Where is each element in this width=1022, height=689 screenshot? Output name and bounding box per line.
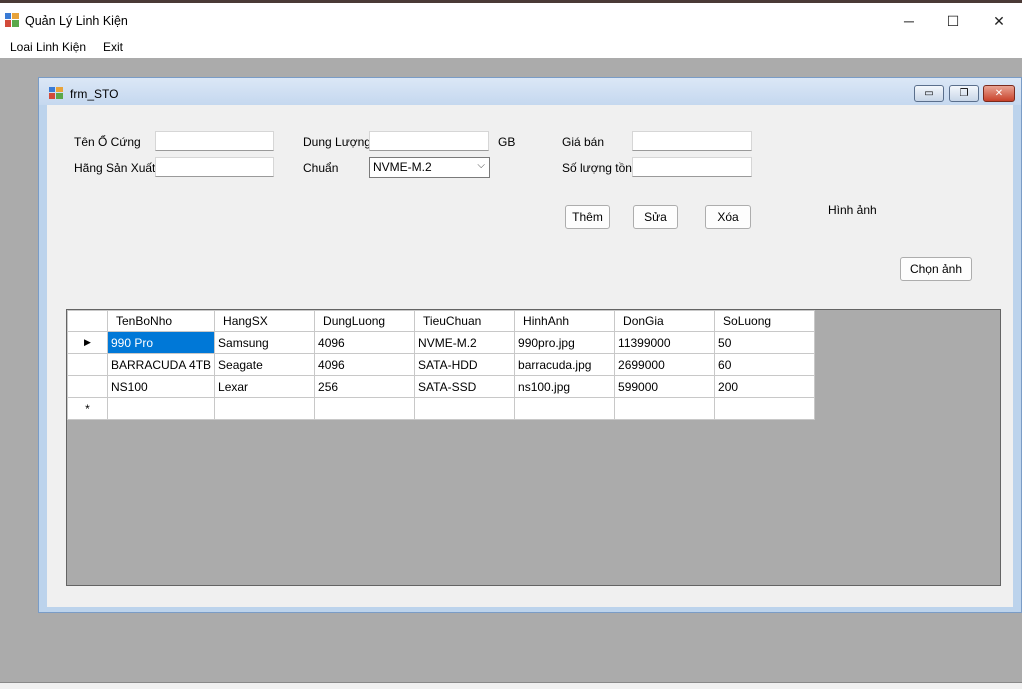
- form-icon: [49, 87, 63, 99]
- row-header[interactable]: [67, 353, 108, 376]
- table-cell[interactable]: 11399000: [614, 331, 716, 354]
- hang-sx-label: Hãng Sản Xuất: [74, 161, 156, 175]
- chevron-down-icon[interactable]: ⌵: [477, 160, 485, 171]
- table-row[interactable]: BARRACUDA 4TB Seagate 4096 SATA-HDD barr…: [67, 353, 816, 376]
- chuan-dropdown[interactable]: NVME-M.2 ⌵: [369, 157, 490, 178]
- table-cell[interactable]: 599000: [614, 375, 716, 398]
- table-cell[interactable]: Lexar: [214, 375, 316, 398]
- child-minimize-button[interactable]: ▭: [914, 85, 944, 102]
- gb-unit-label: GB: [498, 135, 516, 149]
- menu-loai-linh-kien[interactable]: Loai Linh Kiện: [10, 40, 86, 54]
- menu-exit[interactable]: Exit: [103, 40, 123, 54]
- gia-ban-input[interactable]: [632, 131, 752, 151]
- table-cell[interactable]: barracuda.jpg: [514, 353, 616, 376]
- child-restore-button[interactable]: ❐: [949, 85, 979, 102]
- table-cell[interactable]: NS100: [106, 375, 216, 398]
- ten-o-cung-input[interactable]: [155, 131, 274, 151]
- new-row[interactable]: *: [67, 397, 816, 420]
- xoa-button[interactable]: Xóa: [705, 205, 751, 229]
- dung-luong-input[interactable]: [369, 131, 489, 151]
- new-row-marker-icon[interactable]: *: [67, 397, 108, 420]
- column-header-dongia[interactable]: DonGia: [614, 310, 716, 332]
- them-button[interactable]: Thêm: [565, 205, 610, 229]
- close-button[interactable]: ✕: [976, 6, 1022, 36]
- table-cell[interactable]: 2699000: [614, 353, 716, 376]
- table-cell[interactable]: 4096: [314, 331, 416, 354]
- table-cell[interactable]: [106, 397, 216, 420]
- table-row[interactable]: NS100 Lexar 256 SATA-SSD ns100.jpg 59900…: [67, 375, 816, 398]
- child-titlebar: frm_STO ▭ ❐ ✕: [39, 78, 1021, 105]
- table-cell[interactable]: 990pro.jpg: [514, 331, 616, 354]
- so-luong-ton-label: Số lượng tồn: [562, 161, 632, 175]
- table-cell[interactable]: [314, 397, 416, 420]
- current-row-indicator-icon[interactable]: ▶: [67, 331, 108, 354]
- grid-header-row: TenBoNho HangSX DungLuong TieuChuan Hinh…: [67, 310, 816, 332]
- sua-button[interactable]: Sửa: [633, 205, 678, 229]
- window-title: Quản Lý Linh Kiện: [25, 14, 128, 28]
- table-cell[interactable]: 990 Pro: [106, 331, 216, 354]
- table-cell[interactable]: 50: [714, 331, 816, 354]
- so-luong-ton-input[interactable]: [632, 157, 752, 177]
- table-cell[interactable]: [414, 397, 516, 420]
- table-cell[interactable]: 4096: [314, 353, 416, 376]
- table-cell[interactable]: NVME-M.2: [414, 331, 516, 354]
- hang-sx-input[interactable]: [155, 157, 274, 177]
- column-header-hangsx[interactable]: HangSX: [214, 310, 316, 332]
- table-cell[interactable]: [214, 397, 316, 420]
- chuan-selected-value: NVME-M.2: [373, 160, 432, 174]
- app-icon: [5, 13, 19, 27]
- table-cell[interactable]: ns100.jpg: [514, 375, 616, 398]
- window-bottom-edge: [0, 682, 1022, 689]
- column-header-hinhanh[interactable]: HinhAnh: [514, 310, 616, 332]
- child-form-title: frm_STO: [70, 87, 119, 101]
- gia-ban-label: Giá bán: [562, 135, 605, 149]
- column-header-dungluong[interactable]: DungLuong: [314, 310, 416, 332]
- table-cell[interactable]: Seagate: [214, 353, 316, 376]
- column-header-tenbonho[interactable]: TenBoNho: [106, 310, 216, 332]
- table-cell[interactable]: 256: [314, 375, 416, 398]
- chon-anh-button[interactable]: Chọn ảnh: [900, 257, 972, 281]
- table-cell[interactable]: BARRACUDA 4TB: [106, 353, 216, 376]
- table-cell[interactable]: [714, 397, 816, 420]
- app-titlebar: Quản Lý Linh Kiện ─ ☐ ✕: [0, 0, 1022, 36]
- table-cell[interactable]: 200: [714, 375, 816, 398]
- child-close-button[interactable]: ✕: [983, 85, 1015, 102]
- table-cell[interactable]: [614, 397, 716, 420]
- table-cell[interactable]: 60: [714, 353, 816, 376]
- ten-o-cung-label: Tên Ổ Cứng: [74, 135, 141, 149]
- table-cell[interactable]: SATA-SSD: [414, 375, 516, 398]
- grid-table: TenBoNho HangSX DungLuong TieuChuan Hinh…: [67, 310, 816, 420]
- dung-luong-label: Dung Lượng: [303, 135, 371, 149]
- row-header[interactable]: [67, 375, 108, 398]
- grid-corner-header[interactable]: [67, 310, 108, 332]
- menu-bar: Loai Linh Kiện Exit: [0, 36, 1022, 58]
- table-cell[interactable]: SATA-HDD: [414, 353, 516, 376]
- column-header-tieuchuan[interactable]: TieuChuan: [414, 310, 516, 332]
- table-row[interactable]: ▶ 990 Pro Samsung 4096 NVME-M.2 990pro.j…: [67, 331, 816, 354]
- form-client-area: Tên Ổ Cứng Dung Lượng GB Giá bán Hình ản…: [47, 105, 1013, 607]
- table-cell[interactable]: Samsung: [214, 331, 316, 354]
- column-header-soluong[interactable]: SoLuong: [714, 310, 816, 332]
- hinh-anh-label: Hình ảnh: [828, 203, 877, 217]
- chuan-label: Chuẩn: [303, 161, 339, 175]
- data-grid[interactable]: TenBoNho HangSX DungLuong TieuChuan Hinh…: [66, 309, 1001, 586]
- child-form-window: frm_STO ▭ ❐ ✕ Tên Ổ Cứng Dung Lượng GB G…: [38, 77, 1022, 613]
- table-cell[interactable]: [514, 397, 616, 420]
- maximize-button[interactable]: ☐: [930, 6, 976, 36]
- minimize-button[interactable]: ─: [886, 6, 932, 36]
